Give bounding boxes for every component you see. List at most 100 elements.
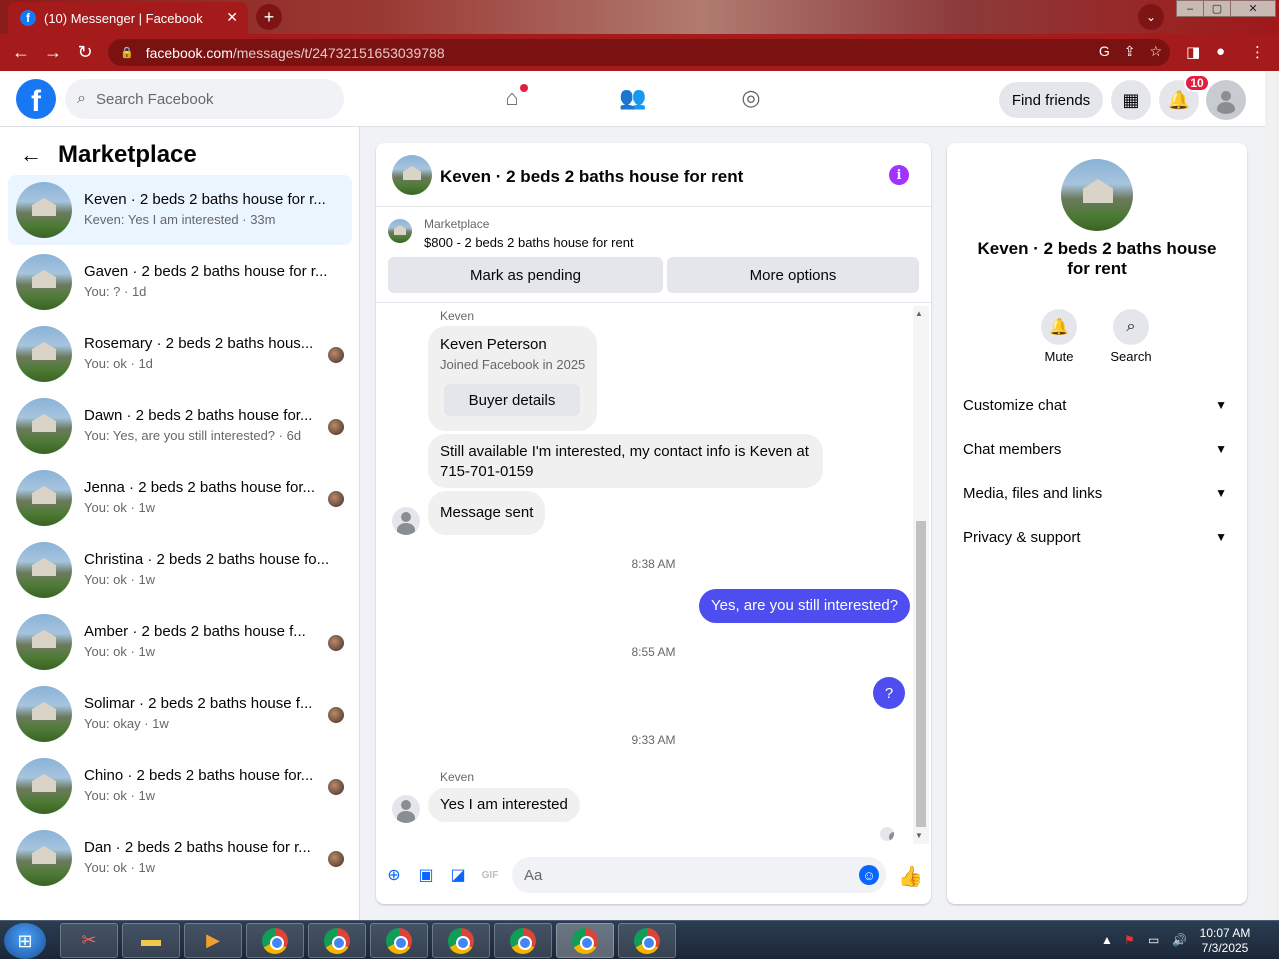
- tray-overflow-icon[interactable]: ▲: [1101, 933, 1113, 947]
- info-icon[interactable]: i: [889, 165, 909, 185]
- browser-tab[interactable]: f (10) Messenger | Facebook ✕: [8, 2, 248, 34]
- taskbar-chrome[interactable]: [618, 923, 676, 958]
- network-icon[interactable]: ▭: [1148, 933, 1159, 947]
- taskbar-chrome[interactable]: [494, 923, 552, 958]
- system-clock[interactable]: 10:07 AM 7/3/2025: [1194, 926, 1256, 956]
- close-tab-icon[interactable]: ✕: [226, 9, 238, 26]
- share-icon[interactable]: ⇪: [1124, 43, 1136, 60]
- conversation-item[interactable]: Keven · 2 beds 2 baths house for r... Ke…: [8, 175, 352, 245]
- marketplace-sidebar: ← Marketplace Keven · 2 beds 2 baths hou…: [0, 127, 360, 920]
- taskbar-media-player[interactable]: ▶: [184, 923, 242, 958]
- sender-avatar[interactable]: [392, 795, 420, 823]
- message-input[interactable]: Aa: [512, 857, 886, 893]
- message-bubble[interactable]: Still available I'm interested, my conta…: [428, 434, 823, 488]
- thumbs-up-icon[interactable]: 👍: [898, 864, 923, 889]
- minimize-button[interactable]: –: [1176, 0, 1204, 17]
- taskbar-snipping-tool[interactable]: ✂: [60, 923, 118, 958]
- conversation-item[interactable]: Gaven · 2 beds 2 baths house for r... Yo…: [8, 247, 352, 317]
- taskbar-chrome[interactable]: [432, 923, 490, 958]
- chat-avatar[interactable]: [392, 155, 432, 195]
- sticker-icon[interactable]: ◪: [448, 865, 468, 885]
- lock-icon: 🔒: [120, 47, 134, 59]
- customize-chat-section[interactable]: Customize chat ▼: [963, 387, 1231, 423]
- chat-title[interactable]: Keven · 2 beds 2 baths house for rent: [440, 167, 743, 187]
- gif-icon[interactable]: GIF: [480, 865, 500, 885]
- photo-icon[interactable]: ▣: [416, 865, 436, 885]
- conversation-item[interactable]: Solimar · 2 beds 2 baths house f... You:…: [8, 679, 352, 749]
- address-toolbar: ← → ↻ 🔒 facebook.com/messages/t/24732151…: [0, 34, 1279, 71]
- google-icon[interactable]: G: [1099, 43, 1110, 60]
- flag-icon[interactable]: ⚑: [1124, 933, 1135, 947]
- listing-thumbnail: [16, 254, 72, 310]
- privacy-support-section[interactable]: Privacy & support ▼: [963, 519, 1231, 555]
- mute-button[interactable]: 🔔 Mute: [1029, 309, 1089, 364]
- menu-grid-icon[interactable]: ▦: [1111, 80, 1151, 120]
- account-avatar[interactable]: [1206, 80, 1246, 120]
- facebook-logo-icon[interactable]: f: [16, 79, 56, 119]
- outgoing-message-bubble[interactable]: ?: [873, 677, 905, 709]
- conversation-preview: You: ok · 1w: [84, 572, 156, 587]
- back-arrow-icon[interactable]: ←: [20, 142, 42, 168]
- reload-icon[interactable]: ↻: [74, 42, 96, 63]
- conversation-item[interactable]: Dawn · 2 beds 2 baths house for... You: …: [8, 391, 352, 461]
- conversation-item[interactable]: Rosemary · 2 beds 2 baths hous... You: o…: [8, 319, 352, 389]
- search-chat-button[interactable]: ⌕ Search: [1101, 309, 1161, 364]
- start-button[interactable]: ⊞: [4, 923, 46, 959]
- friends-icon[interactable]: 👥: [619, 85, 646, 111]
- conversation-item[interactable]: Christina · 2 beds 2 baths house fo... Y…: [8, 535, 352, 605]
- close-window-button[interactable]: ✕: [1230, 0, 1276, 17]
- conversation-item[interactable]: Jenna · 2 beds 2 baths house for... You:…: [8, 463, 352, 533]
- taskbar-chrome[interactable]: [246, 923, 304, 958]
- taskbar-file-explorer[interactable]: ▬: [122, 923, 180, 958]
- back-arrow-icon[interactable]: ←: [10, 42, 32, 63]
- more-options-button[interactable]: More options: [667, 257, 919, 293]
- browser-tab-strip: f (10) Messenger | Facebook ✕ + ⌄ – ▢ ✕: [0, 0, 1279, 34]
- listing-title[interactable]: $800 - 2 beds 2 baths house for rent: [424, 235, 634, 250]
- page-scrollbar[interactable]: [1265, 71, 1279, 920]
- buyer-details-button[interactable]: Buyer details: [444, 384, 580, 416]
- side-panel-icon[interactable]: ◨: [1186, 43, 1200, 61]
- listing-thumbnail: [16, 542, 72, 598]
- conversation-item[interactable]: Dan · 2 beds 2 baths house for r... You:…: [8, 823, 352, 893]
- taskbar-chrome[interactable]: [370, 923, 428, 958]
- listing-thumbnail[interactable]: [388, 219, 412, 243]
- chat-panel: Keven · 2 beds 2 baths house for rent i …: [376, 143, 931, 904]
- facebook-favicon-icon: f: [20, 10, 36, 26]
- maximize-button[interactable]: ▢: [1203, 0, 1231, 17]
- seen-avatar: [880, 827, 894, 841]
- timestamp: 8:38 AM: [631, 557, 676, 571]
- search-facebook-input[interactable]: ⌕ Search Facebook: [65, 79, 344, 119]
- menu-kebab-icon[interactable]: ⋮: [1250, 43, 1265, 61]
- forward-arrow-icon[interactable]: →: [42, 42, 64, 63]
- message-bubble[interactable]: Message sent: [428, 491, 546, 535]
- find-friends-button[interactable]: Find friends: [999, 82, 1103, 118]
- sender-avatar[interactable]: [392, 507, 420, 535]
- mark-as-pending-button[interactable]: Mark as pending: [388, 257, 663, 293]
- conversation-item[interactable]: Amber · 2 beds 2 baths house f... You: o…: [8, 607, 352, 677]
- scroll-up-icon[interactable]: ▲: [915, 309, 923, 318]
- conversation-preview: Keven: Yes I am interested · 33m: [84, 212, 276, 227]
- outgoing-message-bubble[interactable]: Yes, are you still interested?: [699, 589, 911, 623]
- conversation-preview: You: ok · 1d: [84, 356, 153, 371]
- plus-icon[interactable]: ⊕: [384, 865, 404, 885]
- taskbar-chrome-active[interactable]: [556, 923, 614, 958]
- new-tab-button[interactable]: +: [256, 4, 282, 30]
- emoji-icon[interactable]: ☺: [859, 865, 879, 885]
- message-bubble[interactable]: Yes I am interested: [428, 788, 580, 822]
- chrome-icon: [262, 927, 288, 954]
- volume-icon[interactable]: 🔊: [1172, 933, 1187, 947]
- bookmark-star-icon[interactable]: ☆: [1149, 43, 1162, 60]
- conversation-item[interactable]: Chino · 2 beds 2 baths house for... You:…: [8, 751, 352, 821]
- chat-scrollbar-thumb[interactable]: [916, 521, 926, 827]
- groups-icon[interactable]: ◎: [738, 85, 764, 111]
- url-bar[interactable]: 🔒 facebook.com/messages/t/24732151653039…: [108, 39, 1170, 66]
- chevron-down-icon: ▼: [1215, 442, 1227, 456]
- scroll-down-icon[interactable]: ▼: [915, 831, 923, 840]
- media-files-links-section[interactable]: Media, files and links ▼: [963, 475, 1231, 511]
- taskbar-chrome[interactable]: [308, 923, 366, 958]
- chat-members-section[interactable]: Chat members ▼: [963, 431, 1231, 467]
- section-label: Customize chat: [963, 396, 1067, 414]
- profile-icon[interactable]: ●: [1216, 43, 1225, 60]
- tab-search-button[interactable]: ⌄: [1138, 4, 1164, 30]
- chrome-icon: [572, 927, 598, 954]
